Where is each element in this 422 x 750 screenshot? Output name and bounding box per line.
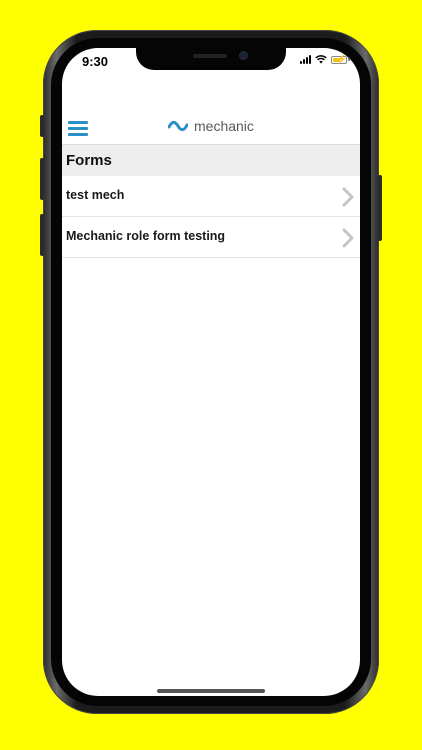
list-item-label: test mech xyxy=(66,188,125,202)
wifi-icon xyxy=(315,55,327,64)
silent-switch xyxy=(40,115,44,137)
screen: 9:30 ⚡ mechanic Forms test mech Mechanic… xyxy=(62,48,360,696)
status-icons: ⚡ xyxy=(300,54,350,64)
chevron-right-icon xyxy=(342,187,354,207)
logo-text: mechanic xyxy=(194,118,254,134)
list-item[interactable]: Mechanic role form testing xyxy=(62,217,360,258)
section-title: Forms xyxy=(66,152,112,169)
status-time: 9:30 xyxy=(82,54,109,69)
app-logo: mechanic xyxy=(168,118,254,134)
battery-icon: ⚡ xyxy=(331,54,347,64)
list-item[interactable]: test mech xyxy=(62,176,360,217)
power-button xyxy=(378,175,382,241)
front-camera xyxy=(240,52,247,59)
volume-up-button xyxy=(40,158,44,200)
home-indicator[interactable] xyxy=(157,689,265,693)
forms-list: test mech Mechanic role form testing xyxy=(62,176,360,258)
wave-logo-icon xyxy=(168,120,188,132)
volume-down-button xyxy=(40,214,44,256)
chevron-right-icon xyxy=(342,228,354,248)
hamburger-menu-icon[interactable] xyxy=(68,121,88,136)
cellular-signal-icon xyxy=(300,55,311,64)
speaker-grille xyxy=(193,54,227,58)
forms-section-header: Forms xyxy=(62,144,360,176)
app-header: mechanic xyxy=(62,108,360,144)
list-item-label: Mechanic role form testing xyxy=(66,229,226,243)
notch xyxy=(136,48,286,70)
